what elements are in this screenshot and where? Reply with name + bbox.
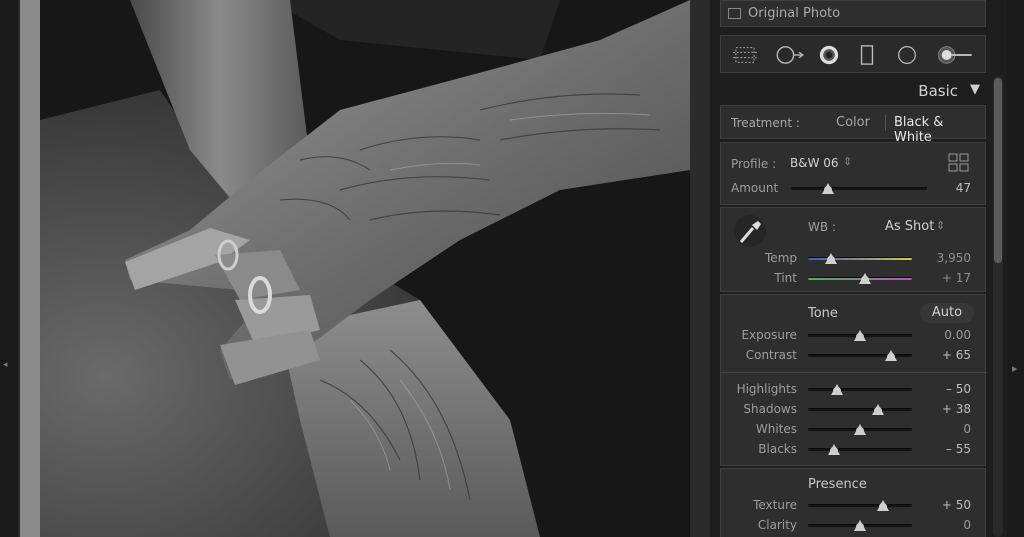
contrast-label: Contrast [745,348,797,362]
slider-thumb[interactable] [828,444,840,455]
contrast-value[interactable]: + 65 [942,348,971,362]
slider-track [791,187,927,190]
slider-track [808,408,912,411]
whites-value[interactable]: 0 [963,422,971,436]
treatment-bw-option[interactable]: Black & White [894,115,985,145]
whites-slider[interactable] [808,424,912,435]
tint-value[interactable]: + 17 [942,271,971,285]
temp-slider[interactable] [808,253,912,264]
left-panel-arrow-icon[interactable]: ◂ [3,360,8,370]
wb-label: WB : [808,220,836,234]
photo-image [40,0,690,537]
slider-thumb[interactable] [871,404,884,415]
wb-value[interactable]: As Shot [885,219,934,234]
amount-slider[interactable] [791,183,927,194]
develop-panel: Original Photo Basic ▼ Treatment: Color… [720,0,987,537]
basic-section-header[interactable]: Basic ▼ [720,78,986,104]
shadows-slider[interactable] [808,404,912,415]
blacks-value[interactable]: – 55 [946,442,971,456]
auto-tone-button[interactable]: Auto [920,303,974,323]
amount-value[interactable]: 47 [956,181,971,195]
highlights-slider[interactable] [808,384,912,395]
profile-chevron-icon[interactable]: ⇕ [843,155,852,168]
original-photo-label: Original Photo [748,6,841,21]
collapse-triangle-icon[interactable]: ▼ [970,82,980,97]
texture-label: Texture [753,498,797,512]
highlights-value[interactable]: – 50 [946,382,971,396]
highlights-label: Highlights [736,382,797,396]
adjustment-brush-icon[interactable] [933,45,977,65]
crop-overlay-icon[interactable] [731,45,759,65]
clarity-value[interactable]: 0 [963,518,971,532]
profile-value[interactable]: B&W 06 [790,156,839,170]
presence-section: Presence Texture + 50 Clarity 0 [720,468,986,537]
amount-label: Amount [731,181,779,195]
temp-value[interactable]: 3,950 [937,251,971,265]
wb-chevron-icon[interactable]: ⇕ [936,219,945,232]
exposure-label: Exposure [741,328,797,342]
tool-strip [720,35,986,73]
slider-track [808,448,912,451]
original-photo-checkbox[interactable] [728,8,741,19]
blacks-label: Blacks [758,442,797,456]
grid-icon[interactable] [948,153,970,173]
exposure-value[interactable]: 0.00 [944,328,971,342]
panel-scrollbar-thumb[interactable] [994,78,1002,263]
right-panel-strip [1007,0,1024,537]
left-panel-strip [0,0,18,537]
tone-section: Tone Auto Exposure 0.00 Contrast + 65 Hi… [720,294,987,466]
shadows-label: Shadows [743,402,797,416]
profile-section: Profile : B&W 06 ⇕ Amount 47 [720,142,986,205]
tint-slider[interactable] [808,273,912,284]
slider-thumb[interactable] [824,253,837,264]
treatment-label: Treatment : [731,116,800,130]
texture-slider[interactable] [808,500,912,511]
slider-thumb[interactable] [854,330,866,341]
photo-preview[interactable] [40,0,690,537]
presence-title: Presence [808,477,867,492]
eyedropper-icon[interactable] [733,214,767,248]
shadows-value[interactable]: + 38 [942,402,971,416]
tone-title: Tone [808,306,838,321]
whites-label: Whites [755,422,797,436]
clarity-label: Clarity [757,518,797,532]
original-photo-row[interactable]: Original Photo [720,0,986,27]
tint-label: Tint [774,271,797,285]
exposure-slider[interactable] [808,330,912,341]
contrast-slider[interactable] [808,350,912,361]
basic-section-title: Basic [918,82,958,100]
clarity-slider[interactable] [808,520,912,531]
white-balance-section: WB : As Shot ⇕ Temp 3,950 Tint + 17 [720,207,986,292]
right-panel-arrow-icon[interactable]: ▸ [1012,362,1018,375]
slider-thumb[interactable] [854,424,866,435]
slider-thumb[interactable] [885,350,898,361]
treatment-divider [885,115,886,131]
tone-divider [721,372,987,373]
slider-thumb[interactable] [854,520,866,531]
red-eye-icon[interactable] [817,45,841,65]
profile-label: Profile : [731,157,777,171]
slider-thumb[interactable] [876,500,889,511]
spot-removal-icon[interactable] [774,45,806,65]
slider-thumb[interactable] [831,384,844,395]
slider-thumb[interactable] [821,183,834,194]
blacks-slider[interactable] [808,444,912,455]
slider-track [808,257,912,260]
slider-track [808,388,912,391]
treatment-color-option[interactable]: Color [836,115,870,130]
graduated-filter-icon[interactable] [859,45,875,65]
slider-track [808,504,912,507]
temp-label: Temp [765,251,797,265]
radial-filter-icon[interactable] [895,45,919,65]
slider-thumb[interactable] [859,273,872,284]
texture-value[interactable]: + 50 [942,498,971,512]
treatment-row: Treatment : Color Black & White [720,105,986,145]
